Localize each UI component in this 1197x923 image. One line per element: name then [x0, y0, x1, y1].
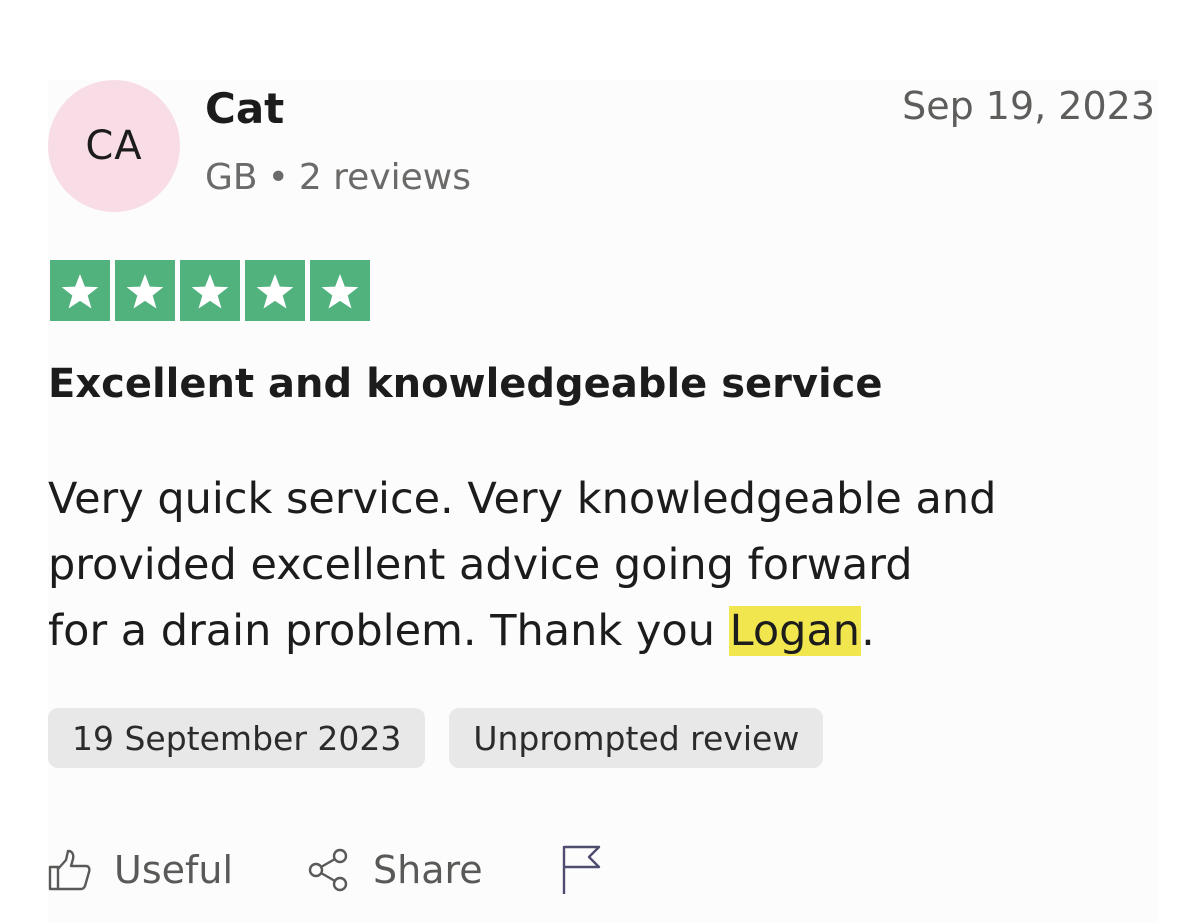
review-body-line: Very quick service. Very knowledgeable a… — [48, 474, 997, 524]
avatar-initials: CA — [85, 123, 143, 169]
star-icon — [50, 260, 110, 321]
review-body: Very quick service. Very knowledgeable a… — [48, 466, 1108, 664]
highlighted-name: Logan — [728, 606, 862, 656]
useful-label: Useful — [114, 848, 234, 892]
review-body-line: for a drain problem. Thank you Logan. — [48, 598, 1108, 664]
share-button[interactable]: Share — [307, 848, 483, 892]
star-icon — [245, 260, 305, 321]
avatar[interactable]: CA — [48, 80, 180, 212]
star-rating — [50, 260, 370, 321]
useful-button[interactable]: Useful — [48, 848, 233, 892]
meta-separator: • — [267, 157, 289, 198]
review-date: Sep 19, 2023 — [902, 84, 1155, 128]
experience-date-tag: 19 September 2023 — [48, 708, 426, 768]
star-icon — [310, 260, 370, 321]
thumbs-up-icon — [48, 848, 92, 892]
reviewer-meta: GB • 2 reviews — [205, 157, 471, 198]
review-tags: 19 September 2023 Unprompted review — [48, 708, 824, 768]
review-body-text: for a drain problem. Thank you — [48, 606, 729, 656]
report-button[interactable] — [561, 844, 603, 896]
review-title: Excellent and knowledgeable service — [48, 361, 883, 407]
reviewer-review-count[interactable]: 2 reviews — [299, 157, 471, 198]
share-label: Share — [373, 848, 483, 892]
review-body-end: . — [861, 606, 875, 656]
share-icon — [307, 848, 351, 892]
reviewer-name[interactable]: Cat — [205, 84, 284, 133]
reviewer-country: GB — [205, 157, 258, 198]
star-icon — [115, 260, 175, 321]
review-actions: Useful Share — [48, 842, 603, 898]
review-source-tag[interactable]: Unprompted review — [449, 708, 824, 768]
star-icon — [180, 260, 240, 321]
review-body-line: provided excellent advice going forward — [48, 540, 913, 590]
flag-icon — [561, 844, 603, 896]
